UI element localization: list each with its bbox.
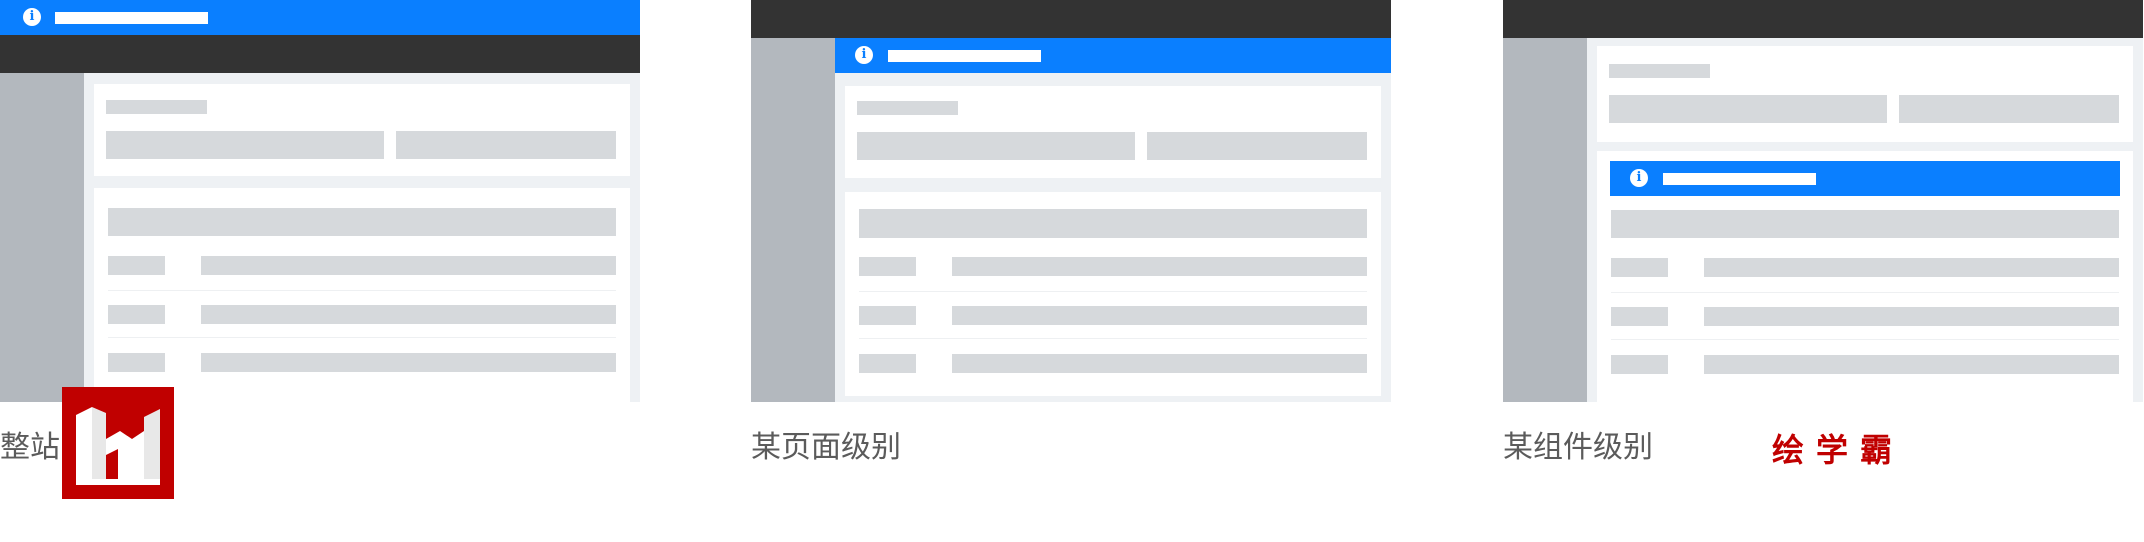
table-header-placeholder <box>1611 210 2119 238</box>
info-icon: i <box>23 8 41 26</box>
filter-input-placeholder <box>1899 95 2119 123</box>
top-navigation-bar <box>0 35 640 73</box>
row-value-placeholder <box>201 256 616 275</box>
row-value-placeholder <box>1704 307 2119 326</box>
row-divider <box>859 338 1367 339</box>
filter-input-placeholder <box>1147 132 1367 160</box>
row-label-placeholder <box>1611 355 1668 374</box>
sidebar <box>1503 38 1587 402</box>
caption-page-level: 某页面级别 <box>751 430 901 465</box>
filter-card <box>94 84 630 176</box>
watermark-logo <box>62 387 174 499</box>
row-divider <box>108 337 616 338</box>
page-notice-bar: i <box>835 38 1391 73</box>
row-value-placeholder <box>201 353 616 372</box>
filter-label-placeholder <box>857 101 958 115</box>
page-level-mockup: i <box>751 0 1391 402</box>
table-card: i <box>1597 151 2133 402</box>
filter-card <box>845 86 1381 178</box>
row-value-placeholder <box>952 306 1367 325</box>
notice-text-placeholder <box>888 50 1041 62</box>
row-value-placeholder <box>1704 355 2119 374</box>
sidebar <box>0 73 84 402</box>
filter-input-placeholder <box>857 132 1135 160</box>
notice-text-placeholder <box>55 12 208 24</box>
caption-site-level: 整站 <box>0 430 60 465</box>
table-header-placeholder <box>859 209 1367 238</box>
row-label-placeholder <box>108 353 165 372</box>
row-label-placeholder <box>859 306 916 325</box>
row-divider <box>108 290 616 291</box>
table-card <box>94 188 630 402</box>
component-notice-bar: i <box>1610 161 2120 196</box>
row-label-placeholder <box>859 257 916 276</box>
table-header-placeholder <box>108 208 616 236</box>
filter-card <box>1597 46 2133 142</box>
row-value-placeholder <box>201 305 616 324</box>
watermark-text: 绘学霸 <box>1772 431 1905 469</box>
sidebar <box>751 38 835 402</box>
row-label-placeholder <box>108 305 165 324</box>
info-icon: i <box>1630 169 1648 187</box>
info-icon: i <box>855 46 873 64</box>
filter-input-placeholder <box>1609 95 1887 123</box>
site-level-mockup: i <box>0 0 640 402</box>
component-level-mockup: i <box>1503 0 2143 402</box>
top-navigation-bar <box>1503 0 2143 38</box>
row-divider <box>859 291 1367 292</box>
row-value-placeholder <box>1704 258 2119 277</box>
table-card <box>845 192 1381 396</box>
site-notice-bar: i <box>0 0 640 35</box>
row-divider <box>1611 339 2119 340</box>
caption-component-level: 某组件级别 <box>1503 430 1653 465</box>
notice-text-placeholder <box>1663 173 1816 185</box>
filter-input-placeholder <box>396 131 616 159</box>
row-label-placeholder <box>1611 307 1668 326</box>
row-label-placeholder <box>859 354 916 373</box>
filter-label-placeholder <box>1609 64 1710 78</box>
filter-label-placeholder <box>106 100 207 114</box>
watermark-logo-mark <box>76 407 160 485</box>
row-value-placeholder <box>952 257 1367 276</box>
row-label-placeholder <box>108 256 165 275</box>
row-divider <box>1611 292 2119 293</box>
row-value-placeholder <box>952 354 1367 373</box>
row-label-placeholder <box>1611 258 1668 277</box>
top-navigation-bar <box>751 0 1391 38</box>
filter-input-placeholder <box>106 131 384 159</box>
